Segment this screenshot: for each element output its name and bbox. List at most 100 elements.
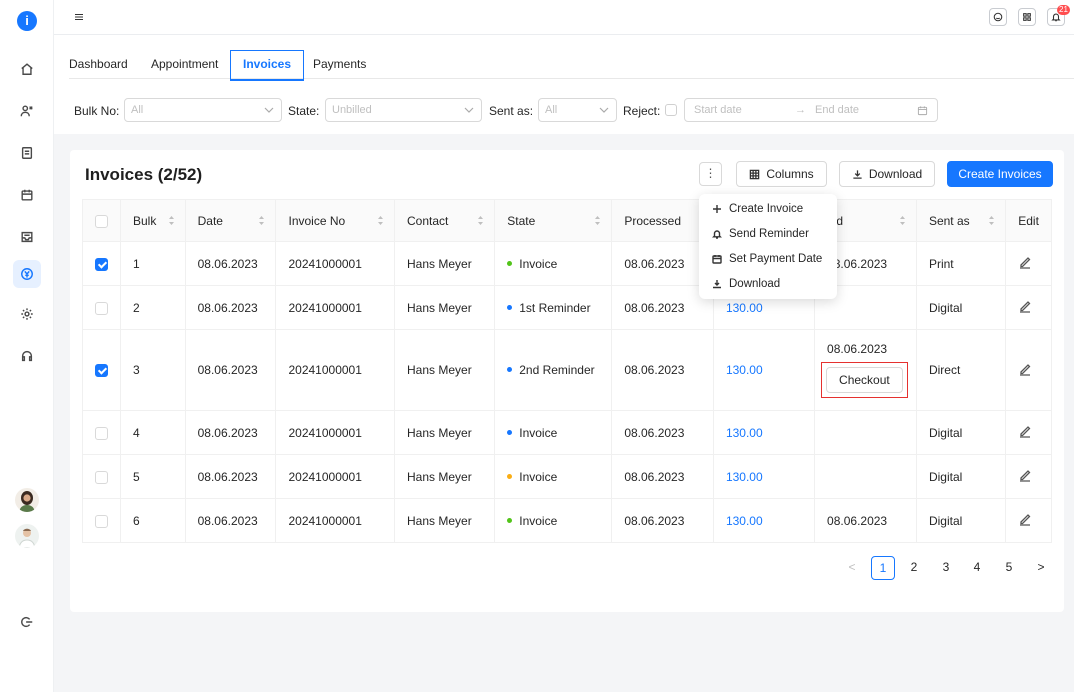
checkout-highlight: Checkout (821, 362, 908, 398)
row-checkbox[interactable] (95, 470, 108, 484)
sent-as-cell: Digital (915, 410, 1007, 455)
pagination-page-1[interactable]: 1 (871, 556, 895, 580)
bulk-no-select[interactable]: All (124, 98, 282, 122)
col-state[interactable]: State (494, 199, 613, 242)
tab-invoices[interactable]: Invoices (230, 50, 305, 81)
sort-icon[interactable] (168, 215, 175, 226)
table-row[interactable]: 1 08.06.2023 20241000001 Hans Meyer Invo… (82, 241, 1052, 286)
app-logo-icon[interactable]: i (17, 11, 37, 31)
sort-icon[interactable] (477, 215, 484, 226)
download-icon (713, 280, 721, 289)
documents-icon[interactable] (13, 139, 41, 167)
header-label: Sent as (928, 213, 970, 228)
checkout-button[interactable]: Checkout (826, 367, 903, 393)
sent-as-label: Sent as: (489, 104, 534, 118)
table-row[interactable]: 2 08.06.2023 20241000001 Hans Meyer 1st … (82, 285, 1052, 330)
settings-icon[interactable] (13, 300, 41, 328)
pagination-prev[interactable]: < (840, 556, 864, 580)
calendar-icon[interactable] (13, 181, 41, 209)
inbox-icon[interactable] (13, 223, 41, 251)
menu-item-send-reminder[interactable]: Send Reminder (712, 228, 809, 240)
tab-dashboard[interactable]: Dashboard (69, 51, 128, 81)
columns-button[interactable]: Columns (736, 161, 827, 187)
menu-item-create-invoice[interactable]: Create Invoice (712, 203, 803, 215)
processed-cell: 08.06.2023 (611, 410, 714, 455)
amount-cell[interactable]: 130.00 (712, 329, 816, 411)
menu-item-label: Download (729, 278, 781, 290)
pagination-page-5[interactable]: 5 (997, 556, 1021, 580)
row-checkbox[interactable] (95, 364, 108, 378)
reject-checkbox[interactable] (665, 104, 677, 116)
col-bulk[interactable]: Bulk (120, 199, 186, 242)
col-sent-as[interactable]: Sent as (915, 199, 1007, 242)
contacts-icon[interactable] (13, 97, 41, 125)
edit-pencil-icon[interactable] (1018, 512, 1032, 526)
select-all-checkbox[interactable] (95, 214, 108, 228)
row-checkbox[interactable] (95, 514, 108, 528)
col-date[interactable]: Date (184, 199, 277, 242)
edit-pencil-icon[interactable] (1018, 468, 1032, 482)
sort-icon[interactable] (377, 215, 384, 226)
menu-toggle-icon[interactable] (72, 10, 86, 24)
table-row[interactable]: 3 08.06.2023 20241000001 Hans Meyer 2nd … (82, 329, 1052, 411)
sidebar: i (0, 0, 54, 692)
row-checkbox[interactable] (95, 257, 108, 271)
state-select[interactable]: Unbilled (325, 98, 482, 122)
invoices-nav-icon[interactable] (13, 260, 41, 288)
emoji-icon[interactable] (989, 8, 1007, 26)
download-button[interactable]: Download (839, 161, 935, 187)
download-icon (853, 169, 862, 179)
header-label: Invoice No (288, 213, 346, 228)
top-bar (54, 0, 1074, 35)
grid-icon[interactable] (1018, 8, 1036, 26)
row-select-cell (82, 285, 121, 330)
state-cell: 1st Reminder (494, 285, 613, 330)
amount-cell[interactable]: 130.00 (712, 498, 816, 543)
table-row[interactable]: 6 08.06.2023 20241000001 Hans Meyer Invo… (82, 498, 1052, 543)
notifications-bell-icon[interactable]: 21 (1047, 5, 1070, 26)
user-avatar-2[interactable] (15, 524, 39, 548)
menu-item-download[interactable]: Download (712, 278, 780, 290)
sort-icon[interactable] (258, 215, 265, 226)
logout-icon[interactable] (13, 608, 41, 636)
sort-icon[interactable] (899, 215, 906, 226)
row-checkbox[interactable] (95, 301, 108, 315)
support-headset-icon[interactable] (13, 342, 41, 370)
col-invoice-no[interactable]: Invoice No (275, 199, 396, 242)
date-cell: 08.06.2023 (184, 329, 277, 411)
table-row[interactable]: 4 08.06.2023 20241000001 Hans Meyer Invo… (82, 410, 1052, 455)
home-icon[interactable] (13, 55, 41, 83)
sort-icon[interactable] (594, 215, 601, 226)
tab-appointment[interactable]: Appointment (151, 51, 218, 81)
amount-cell[interactable]: 130.00 (712, 454, 816, 499)
state-dot (507, 367, 513, 373)
state-cell: Invoice (494, 241, 613, 286)
end-date-input[interactable]: End date (815, 99, 859, 121)
create-invoices-button[interactable]: Create Invoices (947, 161, 1053, 187)
edit-pencil-icon[interactable] (1018, 424, 1032, 438)
edit-pencil-icon[interactable] (1018, 255, 1032, 269)
menu-item-set-payment-date[interactable]: Set Payment Date (712, 253, 822, 265)
col-contact[interactable]: Contact (394, 199, 496, 242)
row-checkbox[interactable] (95, 426, 108, 440)
tab-payments[interactable]: Payments (313, 51, 366, 81)
date-cell: 08.06.2023 (184, 241, 277, 286)
state-text: 1st Reminder (519, 300, 591, 315)
pagination-next[interactable]: > (1029, 556, 1053, 580)
pagination-page-2[interactable]: 2 (902, 556, 926, 580)
header-label: Edit (1018, 213, 1039, 228)
table-row[interactable]: 5 08.06.2023 20241000001 Hans Meyer Invo… (82, 454, 1052, 499)
sent-as-select[interactable]: All (538, 98, 617, 122)
user-avatar-1[interactable] (15, 488, 39, 512)
pagination-page-3[interactable]: 3 (934, 556, 958, 580)
sort-icon[interactable] (988, 215, 995, 226)
edit-pencil-icon[interactable] (1018, 362, 1032, 376)
pagination-page-4[interactable]: 4 (965, 556, 989, 580)
reject-label: Reject: (623, 104, 661, 118)
edit-pencil-icon[interactable] (1018, 299, 1032, 313)
more-actions-button[interactable]: ⋮ (699, 162, 722, 186)
start-date-input[interactable]: Start date (694, 99, 742, 121)
amount-cell[interactable]: 130.00 (712, 410, 816, 455)
date-range-picker[interactable]: Start date → End date (684, 98, 938, 122)
calendar-icon (917, 106, 928, 116)
